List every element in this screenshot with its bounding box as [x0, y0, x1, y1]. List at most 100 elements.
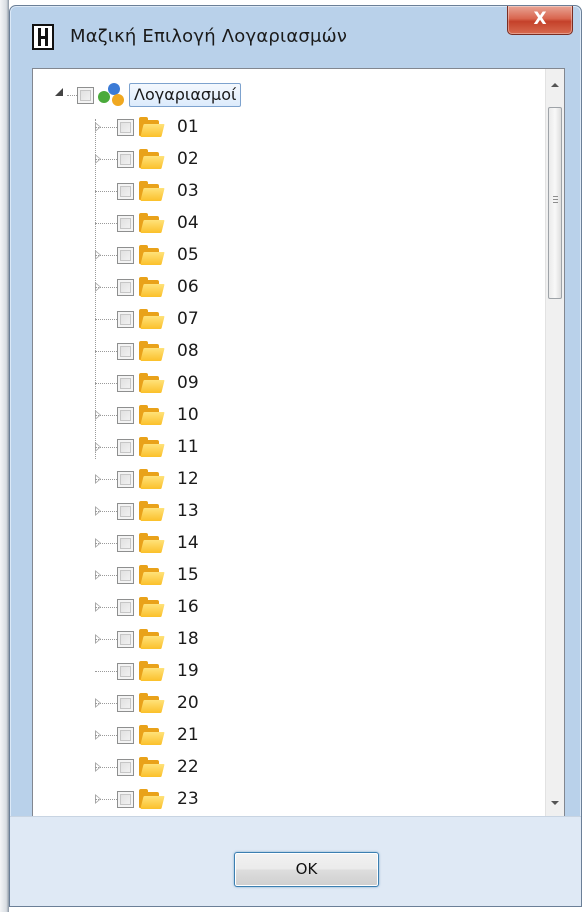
tree-item-label[interactable]: 20 — [177, 693, 199, 713]
tree-item-18[interactable]: 18 — [33, 623, 545, 655]
tree-item-22[interactable]: 22 — [33, 751, 545, 783]
tree-item-checkbox[interactable] — [117, 119, 134, 136]
tree-item-checkbox[interactable] — [117, 663, 134, 680]
tree-item-07[interactable]: 07 — [33, 303, 545, 335]
tree-item-03[interactable]: 03 — [33, 175, 545, 207]
folder-icon — [139, 437, 165, 457]
tree-item-checkbox[interactable] — [117, 183, 134, 200]
scroll-thumb[interactable] — [548, 107, 562, 299]
tree-item-label[interactable]: 12 — [177, 469, 199, 489]
tree-item-checkbox[interactable] — [117, 439, 134, 456]
tree-item-label[interactable]: 14 — [177, 533, 199, 553]
folder-icon — [139, 629, 165, 649]
tree-item-05[interactable]: 05 — [33, 239, 545, 271]
tree-item-21[interactable]: 21 — [33, 719, 545, 751]
tree-connector — [95, 703, 117, 704]
folder-icon — [139, 565, 165, 585]
tree-item-11[interactable]: 11 — [33, 431, 545, 463]
tree-item-label[interactable]: 01 — [177, 117, 199, 137]
tree-connector — [95, 287, 117, 288]
tree-item-checkbox[interactable] — [117, 151, 134, 168]
accounts-group-icon — [98, 83, 128, 107]
tree-item-checkbox[interactable] — [117, 279, 134, 296]
tree-item-checkbox[interactable] — [117, 631, 134, 648]
tree-connector — [95, 575, 117, 576]
account-tree-panel: Λογαριασμοί 01 02 03 04 05 06 07 08 09 10 11 12 13 14… — [32, 68, 565, 818]
root-checkbox[interactable] — [77, 87, 94, 104]
folder-icon — [139, 693, 165, 713]
tree-item-15[interactable]: 15 — [33, 559, 545, 591]
tree-item-checkbox[interactable] — [117, 311, 134, 328]
tree-item-label[interactable]: 19 — [177, 661, 199, 681]
tree-connector — [95, 543, 117, 544]
tree-item-checkbox[interactable] — [117, 503, 134, 520]
folder-icon — [139, 533, 165, 553]
tree-item-checkbox[interactable] — [117, 727, 134, 744]
tree-item-label[interactable]: 02 — [177, 149, 199, 169]
tree-item-label[interactable]: 08 — [177, 341, 199, 361]
tree-item-label[interactable]: 06 — [177, 277, 199, 297]
tree-item-label[interactable]: 18 — [177, 629, 199, 649]
tree-item-23[interactable]: 23 — [33, 783, 545, 815]
tree-connector — [95, 447, 117, 448]
tree-item-checkbox[interactable] — [117, 759, 134, 776]
folder-icon — [139, 725, 165, 745]
tree-item-label[interactable]: 22 — [177, 757, 199, 777]
tree-item-02[interactable]: 02 — [33, 143, 545, 175]
tree-item-checkbox[interactable] — [117, 567, 134, 584]
tree-connector — [95, 607, 117, 608]
tree-item-label[interactable]: 07 — [177, 309, 199, 329]
tree-item-12[interactable]: 12 — [33, 463, 545, 495]
tree-item-checkbox[interactable] — [117, 343, 134, 360]
tree-item-label[interactable]: 03 — [177, 181, 199, 201]
tree-connector — [95, 159, 117, 160]
tree-item-08[interactable]: 08 — [33, 335, 545, 367]
tree-item-09[interactable]: 09 — [33, 367, 545, 399]
tree-item-checkbox[interactable] — [117, 407, 134, 424]
tree-item-checkbox[interactable] — [117, 599, 134, 616]
tree-item-label[interactable]: 09 — [177, 373, 199, 393]
tree-item-19[interactable]: 19 — [33, 655, 545, 687]
collapse-arrow-icon[interactable] — [55, 88, 63, 96]
tree-item-13[interactable]: 13 — [33, 495, 545, 527]
tree-item-label[interactable]: 05 — [177, 245, 199, 265]
folder-icon — [139, 117, 165, 137]
tree-connector — [95, 319, 117, 320]
scroll-up-arrow-icon[interactable] — [551, 83, 559, 87]
vertical-scrollbar[interactable] — [545, 69, 564, 817]
tree-item-checkbox[interactable] — [117, 791, 134, 808]
tree-item-06[interactable]: 06 — [33, 271, 545, 303]
tree-item-01[interactable]: 01 — [33, 111, 545, 143]
tree-item-label[interactable]: 10 — [177, 405, 199, 425]
tree-connector — [95, 223, 117, 224]
account-tree[interactable]: Λογαριασμοί 01 02 03 04 05 06 07 08 09 10 11 12 13 14… — [33, 69, 545, 817]
tree-connector — [95, 479, 117, 480]
ok-button[interactable]: OK — [234, 852, 379, 887]
tree-item-label[interactable]: 23 — [177, 789, 199, 809]
tree-item-checkbox[interactable] — [117, 215, 134, 232]
folder-icon — [139, 757, 165, 777]
folder-icon — [139, 341, 165, 361]
scroll-down-arrow-icon[interactable] — [551, 801, 559, 805]
tree-connector — [95, 671, 117, 672]
tree-item-checkbox[interactable] — [117, 471, 134, 488]
tree-item-checkbox[interactable] — [117, 695, 134, 712]
tree-item-label[interactable]: 11 — [177, 437, 199, 457]
close-button[interactable]: X — [507, 6, 573, 35]
tree-item-label[interactable]: 13 — [177, 501, 199, 521]
tree-item-label[interactable]: 21 — [177, 725, 199, 745]
tree-item-20[interactable]: 20 — [33, 687, 545, 719]
tree-item-label[interactable]: 04 — [177, 213, 199, 233]
tree-item-14[interactable]: 14 — [33, 527, 545, 559]
folder-icon — [139, 405, 165, 425]
tree-item-checkbox[interactable] — [117, 375, 134, 392]
tree-root-row[interactable]: Λογαριασμοί — [33, 79, 545, 111]
tree-item-10[interactable]: 10 — [33, 399, 545, 431]
tree-item-04[interactable]: 04 — [33, 207, 545, 239]
root-label[interactable]: Λογαριασμοί — [129, 83, 242, 107]
tree-item-checkbox[interactable] — [117, 535, 134, 552]
tree-item-checkbox[interactable] — [117, 247, 134, 264]
tree-item-label[interactable]: 16 — [177, 597, 199, 617]
tree-item-label[interactable]: 15 — [177, 565, 199, 585]
tree-item-16[interactable]: 16 — [33, 591, 545, 623]
